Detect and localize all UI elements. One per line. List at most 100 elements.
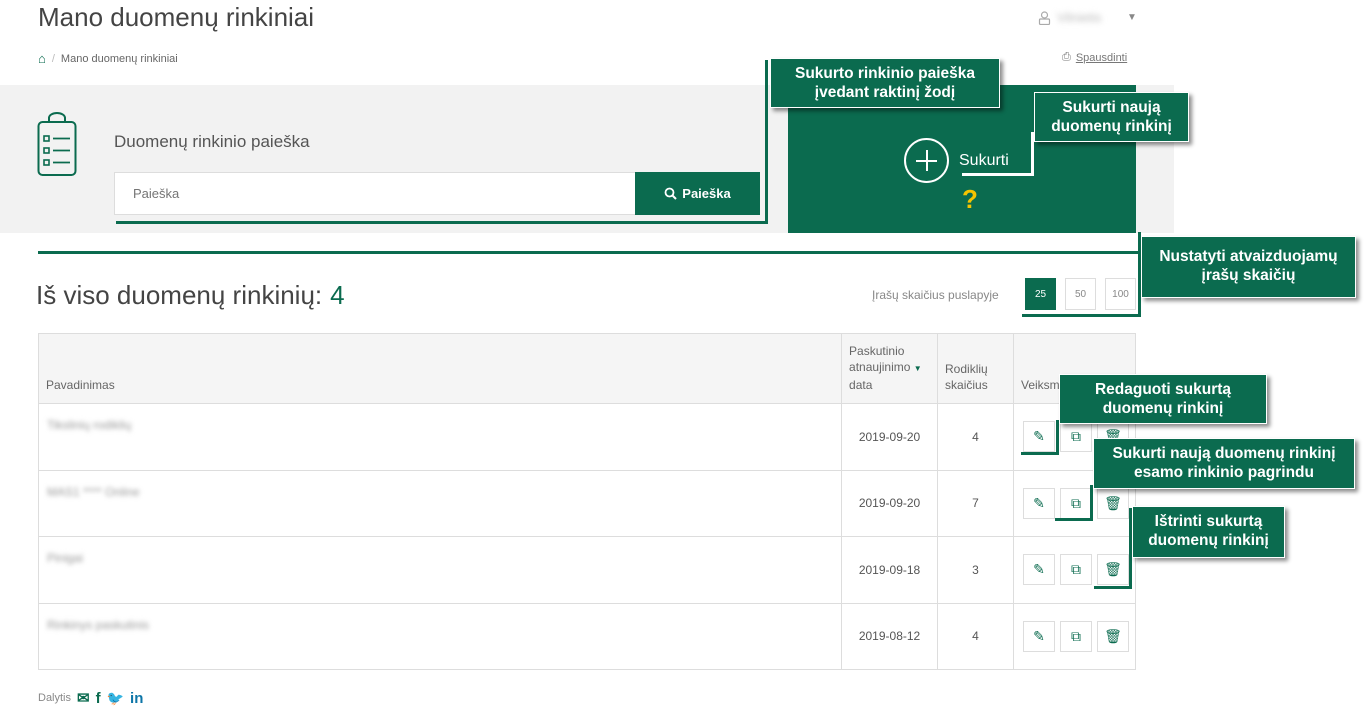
- facebook-icon[interactable]: f: [96, 690, 101, 707]
- callout-create: Sukurti naują duomenų rinkinį: [1034, 92, 1189, 142]
- callout-copy-line-1: Sukurti naują duomenų rinkinį: [1112, 445, 1336, 462]
- table-header-row: Pavadinimas Paskutinio atnaujinimo ▼ dat…: [37, 333, 1137, 404]
- row-actions: ✎ ⧉ 🗑: [1012, 602, 1137, 670]
- linkedin-icon[interactable]: in: [130, 690, 143, 707]
- edit-callout-pointer: [1021, 452, 1059, 455]
- share-label: Dalytis: [38, 692, 72, 704]
- callout-search-line-2: įvedant raktinį žodį: [814, 84, 956, 101]
- row-name-cell[interactable]: Rinkinys paskutinis: [37, 602, 843, 670]
- row-date: 2019-08-12: [841, 602, 939, 670]
- plus-circle-icon: [904, 138, 949, 183]
- col-date-line-2: atnaujinimo: [849, 360, 911, 374]
- help-icon[interactable]: ?: [962, 184, 978, 215]
- row-name-cell[interactable]: Tikslinių rodiklių: [37, 403, 843, 471]
- share-bar: Dalytis ✉ f 🐦 in: [38, 689, 143, 708]
- datasets-table: Pavadinimas Paskutinio atnaujinimo ▼ dat…: [37, 333, 1137, 670]
- perpage-callout-pointer: [1022, 314, 1141, 317]
- callout-edit: Redaguoti sukurtą duomenų rinkinį: [1059, 374, 1267, 424]
- printer-icon: ⎙: [1062, 51, 1071, 63]
- print-label: Spausdinti: [1075, 51, 1128, 64]
- copy-icon[interactable]: ⧉: [1059, 554, 1092, 586]
- callout-copy: Sukurti naują duomenų rinkinį esamo rink…: [1093, 438, 1355, 489]
- col-date-line-1: Paskutinio: [849, 344, 905, 358]
- edit-icon[interactable]: ✎: [1022, 620, 1055, 652]
- email-icon[interactable]: ✉: [77, 689, 90, 707]
- callout-perpage-line-2: įrašų skaičių: [1201, 267, 1296, 284]
- perpage-100[interactable]: 100: [1105, 278, 1136, 310]
- trash-icon[interactable]: 🗑: [1096, 487, 1129, 519]
- row-name-cell[interactable]: Pinigai: [37, 536, 843, 604]
- row-date: 2019-09-20: [841, 403, 939, 471]
- home-icon[interactable]: ⌂: [38, 51, 46, 66]
- callout-edit-line-1: Redaguoti sukurtą: [1094, 381, 1232, 398]
- sort-desc-icon: ▼: [913, 364, 922, 373]
- perpage-50[interactable]: 50: [1065, 278, 1096, 310]
- callout-edit-line-2: duomenų rinkinį: [1102, 400, 1224, 417]
- total-label: Iš viso duomenų rinkinių:: [36, 280, 323, 310]
- table-row: Pinigai 2019-09-18 3 ✎ ⧉ 🗑: [37, 536, 1137, 604]
- row-name: Rinkinys paskutinis: [47, 617, 150, 632]
- user-menu[interactable]: Vilnietis ▼: [1038, 10, 1137, 25]
- copy-icon[interactable]: ⧉: [1059, 487, 1092, 519]
- create-label: Sukurti: [959, 151, 1009, 169]
- total-value: 4: [330, 280, 345, 310]
- search-callout-connector: [765, 60, 768, 224]
- col-name[interactable]: Pavadinimas: [37, 333, 843, 404]
- search-callout-pointer: [116, 221, 768, 224]
- callout-search: Sukurto rinkinio paieška įvedant raktinį…: [770, 58, 1000, 108]
- perpage-25[interactable]: 25: [1025, 278, 1056, 310]
- trash-icon[interactable]: 🗑: [1096, 620, 1129, 652]
- chevron-down-icon: ▼: [1127, 12, 1137, 23]
- edit-icon[interactable]: ✎: [1022, 421, 1055, 453]
- print-link[interactable]: ⎙ Spausdinti: [1062, 51, 1127, 64]
- callout-copy-line-2: esamo rinkinio pagrindu: [1134, 464, 1314, 481]
- row-indicators: 4: [937, 403, 1014, 471]
- table-row: Tikslinių rodiklių 2019-09-20 4 ✎ ⧉ 🗑: [37, 403, 1137, 471]
- create-callout-pointer: [962, 173, 1034, 176]
- breadcrumb: ⌂ / Mano duomenų rinkiniai: [38, 51, 178, 66]
- search-button-label: Paieška: [682, 186, 731, 201]
- col-indicators-line-2: skaičius: [945, 378, 988, 392]
- row-date: 2019-09-20: [841, 469, 939, 537]
- callout-perpage: Nustatyti atvaizduojamų įrašų skaičių: [1141, 236, 1356, 298]
- user-name: Vilnietis: [1057, 10, 1102, 25]
- user-icon: [1038, 10, 1051, 25]
- page-title: Mano duomenų rinkiniai: [38, 2, 315, 32]
- row-name: Pinigai: [47, 551, 84, 565]
- delete-callout-pointer: [1094, 586, 1132, 589]
- breadcrumb-separator: /: [51, 52, 55, 65]
- trash-icon[interactable]: 🗑: [1096, 554, 1129, 586]
- row-indicators: 7: [937, 469, 1014, 537]
- col-indicators-line-1: Rodiklių: [945, 362, 988, 376]
- callout-perpage-line-1: Nustatyti atvaizduojamų: [1159, 248, 1338, 265]
- twitter-icon[interactable]: 🐦: [107, 690, 124, 707]
- callout-delete-line-1: Ištrinti sukurtą: [1154, 513, 1263, 530]
- search-button[interactable]: Paieška: [635, 172, 760, 215]
- clipboard-icon: [37, 112, 77, 176]
- table-row: MAS1 **** Online 2019-09-20 7 ✎ ⧉ 🗑: [37, 469, 1137, 537]
- row-name-cell[interactable]: MAS1 **** Online: [37, 469, 843, 537]
- table-row: Rinkinys paskutinis 2019-08-12 4 ✎ ⧉ 🗑: [37, 602, 1137, 670]
- col-indicators[interactable]: Rodiklių skaičius: [937, 333, 1014, 404]
- search-label: Duomenų rinkinio paieška: [114, 132, 310, 151]
- create-button[interactable]: Sukurti: [904, 138, 1009, 183]
- edit-icon[interactable]: ✎: [1022, 554, 1055, 586]
- total-count: Iš viso duomenų rinkinių: 4: [36, 280, 345, 311]
- row-indicators: 4: [937, 602, 1014, 670]
- callout-delete-line-2: duomenų rinkinį: [1148, 532, 1269, 549]
- copy-icon[interactable]: ⧉: [1059, 421, 1092, 453]
- col-date[interactable]: Paskutinio atnaujinimo ▼ data: [841, 333, 939, 404]
- callout-create-line-1: Sukurti naują: [1062, 99, 1161, 116]
- row-name: MAS1 **** Online: [47, 484, 140, 499]
- row-date: 2019-09-18: [841, 536, 939, 604]
- row-actions: ✎ ⧉ 🗑: [1012, 536, 1137, 604]
- perpage-label: Įrašų skaičius puslapyje: [872, 288, 999, 302]
- copy-icon[interactable]: ⧉: [1059, 620, 1092, 652]
- search-input[interactable]: [114, 172, 636, 215]
- row-name: Tikslinių rodiklių: [47, 418, 132, 432]
- edit-icon[interactable]: ✎: [1022, 487, 1055, 519]
- callout-create-line-2: duomenų rinkinį: [1051, 118, 1172, 135]
- breadcrumb-current: Mano duomenų rinkiniai: [60, 52, 178, 65]
- callout-search-line-1: Sukurto rinkinio paieška: [794, 65, 976, 82]
- search-icon: [664, 187, 677, 200]
